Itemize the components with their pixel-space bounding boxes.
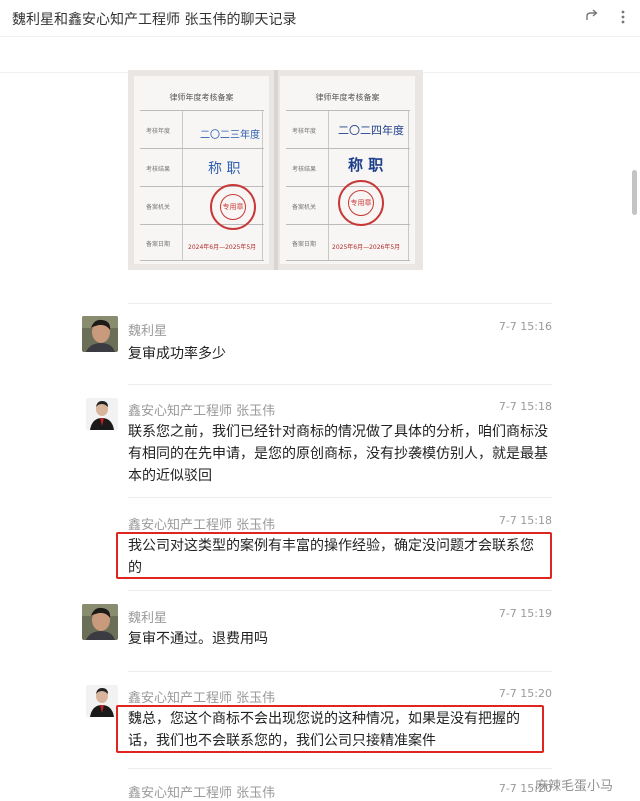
message-divider (128, 671, 552, 672)
assessment-year: 二〇二四年度 (338, 124, 404, 137)
more-icon[interactable] (614, 8, 632, 26)
message-time: 7-7 15:16 (498, 320, 552, 333)
message-divider (128, 497, 552, 498)
certificate-page-right: 律师年度考核备案 考核年度 考核结果 备案机关 备案日期 二〇二四年度 称 职 … (280, 76, 415, 264)
share-icon[interactable] (583, 8, 601, 26)
official-seal: 专用章 (210, 184, 256, 230)
watermark: 麻辣毛蛋小马 (535, 779, 614, 794)
message-divider (128, 768, 552, 769)
row-label: 考核结果 (292, 166, 317, 173)
row-label: 考核年度 (146, 128, 171, 135)
message-divider (128, 303, 552, 304)
title-bar: 魏利星和鑫安心知产工程师 张玉伟的聊天记录 (0, 0, 640, 37)
scrollbar[interactable] (630, 40, 638, 800)
sender-name: 鑫安心知产工程师 张玉伟 (128, 691, 276, 706)
message-text: 复审成功率多少 (128, 346, 226, 362)
message-time: 7-7 15:19 (498, 607, 552, 620)
assessment-year: 二〇二三年度 (200, 130, 260, 141)
assessment-result: 称 职 (348, 156, 384, 174)
row-label: 备案机关 (146, 204, 171, 211)
row-label: 备案机关 (292, 204, 317, 211)
avatar[interactable] (82, 604, 118, 640)
message-time: 7-7 15:20 (498, 687, 552, 700)
message-time: 7-7 15:18 (498, 514, 552, 527)
sender-name: 鑫安心知产工程师 张玉伟 (128, 518, 276, 533)
window-title: 魏利星和鑫安心知产工程师 张玉伟的聊天记录 (12, 12, 297, 28)
avatar[interactable] (86, 685, 118, 717)
filing-date: 2024年6月—2025年5月 (188, 244, 257, 251)
scrollbar-thumb[interactable] (632, 170, 637, 215)
avatar[interactable] (86, 398, 118, 430)
page-fold (274, 70, 278, 270)
sender-name: 魏利星 (128, 611, 168, 626)
sender-name: 鑫安心知产工程师 张玉伟 (128, 404, 276, 419)
page-heading: 律师年度考核备案 (169, 93, 234, 102)
message-text: 联系您之前，我们已经针对商标的情况做了具体的分析，咱们商标没有相同的在先申请，是… (128, 424, 548, 484)
page-heading: 律师年度考核备案 (315, 93, 380, 102)
message-divider (128, 384, 552, 385)
row-label: 考核结果 (146, 166, 171, 173)
certificate-image[interactable]: 律师年度考核备案 考核年度 考核结果 备案机关 备案日期 二〇二三年度 称 职 … (128, 70, 423, 270)
row-label: 备案日期 (292, 241, 317, 248)
row-label: 考核年度 (292, 128, 317, 135)
highlight-box (116, 705, 544, 753)
highlight-box (116, 532, 552, 579)
row-label: 备案日期 (146, 241, 171, 248)
certificate-page-left: 律师年度考核备案 考核年度 考核结果 备案机关 备案日期 二〇二三年度 称 职 … (134, 76, 269, 264)
sender-name: 魏利星 (128, 324, 168, 339)
message-text: 复审不通过。退费用吗 (128, 631, 268, 647)
avatar[interactable] (82, 316, 118, 352)
assessment-result: 称 职 (208, 161, 241, 177)
filing-date: 2025年6月—2026年5月 (332, 244, 401, 251)
official-seal: 专用章 (338, 180, 384, 226)
sender-name: 鑫安心知产工程师 张玉伟 (128, 786, 276, 801)
message-time: 7-7 15:18 (498, 400, 552, 413)
message-divider (128, 590, 552, 591)
